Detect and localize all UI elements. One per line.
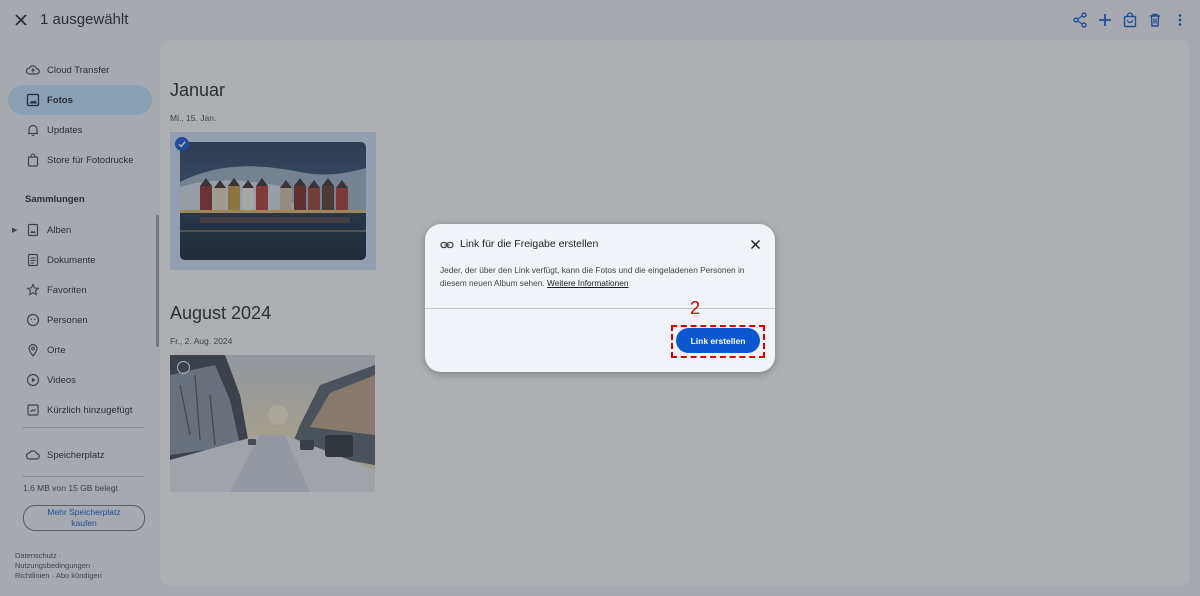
close-icon[interactable]: [747, 236, 763, 252]
more-info-link[interactable]: Weitere Informationen: [547, 278, 628, 288]
link-icon: [440, 238, 454, 252]
create-link-dialog: Link für die Freigabe erstellen Jeder, d…: [425, 224, 775, 372]
dialog-title: Link für die Freigabe erstellen: [460, 238, 599, 250]
dialog-divider: [425, 308, 775, 309]
create-link-button[interactable]: Link erstellen: [676, 328, 760, 353]
step-annotation-number: 2: [690, 298, 701, 318]
dialog-body: Jeder, der über den Link verfügt, kann d…: [440, 264, 765, 289]
